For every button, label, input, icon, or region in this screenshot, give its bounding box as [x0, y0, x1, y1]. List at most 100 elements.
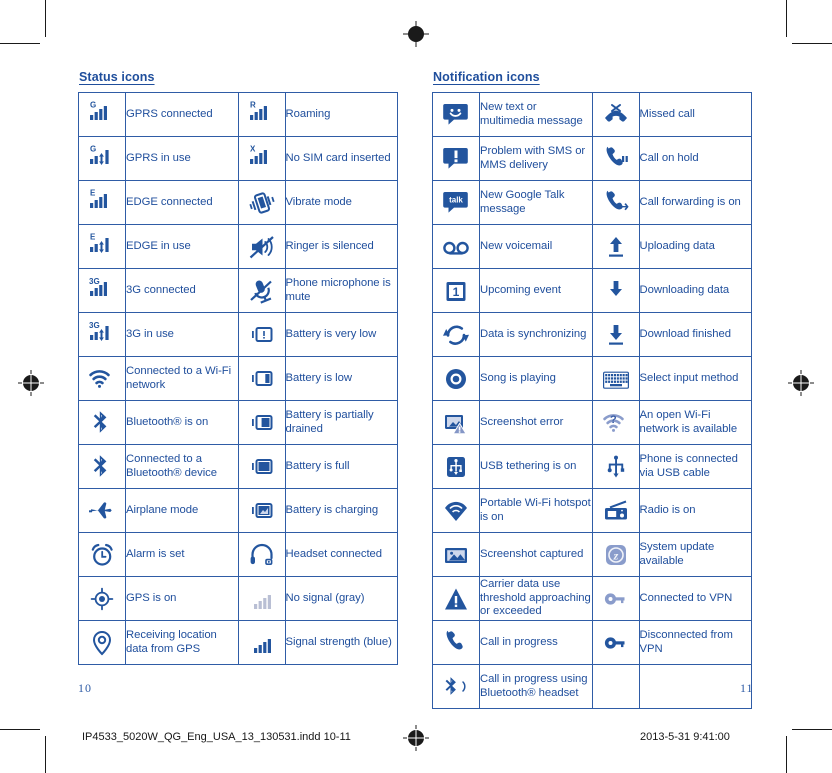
icon-description: Data is synchronizing [479, 312, 593, 357]
icon-description: Signal strength (blue) [284, 620, 398, 665]
table-row: Screenshot error ? An open Wi-Fi network … [432, 400, 752, 445]
missed-call-icon-cell [591, 92, 640, 137]
headset-icon-cell [237, 532, 286, 577]
crop-mark-top-left-vertical [45, 0, 46, 37]
svg-text:?: ? [610, 414, 617, 426]
icon-description: Disconnected from VPN [638, 620, 752, 665]
icon-description: EDGE connected [125, 180, 239, 225]
calendar-event-icon-cell: 1 [432, 268, 480, 313]
svg-text:G: G [90, 100, 96, 109]
icon-description: 3G connected [125, 268, 239, 313]
icon-description: Radio is on [638, 488, 752, 533]
status-icons-table: G GPRS connected R Roaming G GPRS in use X No … [78, 92, 398, 665]
vpn-disconnected-icon [593, 621, 639, 664]
crop-mark-bottom-right-vertical [786, 736, 787, 773]
signal-edge-connected-icon: E [79, 181, 125, 224]
music-playing-icon-cell [432, 356, 480, 401]
airplane-mode-icon-cell [78, 488, 126, 533]
call-in-progress-icon [433, 621, 479, 664]
icon-description: Uploading data [638, 224, 752, 269]
upload-icon-cell [591, 224, 640, 269]
icon-description: Screenshot error [479, 400, 593, 445]
battery-full-icon [239, 445, 285, 488]
notification-icons-column: Notification icons New text or multimedi… [432, 70, 752, 709]
svg-text:E: E [90, 188, 96, 197]
icon-description: No signal (gray) [284, 576, 398, 621]
svg-text:3G: 3G [89, 277, 100, 286]
registration-mark-left [18, 370, 44, 396]
icon-description: Phone is connected via USB cable [638, 444, 752, 489]
signal-gprs-connected-icon: G [79, 93, 125, 136]
crop-mark-bottom-left-horizontal [0, 729, 40, 730]
google-talk-icon: talk [433, 181, 479, 224]
icon-description: An open Wi-Fi network is available [638, 400, 752, 445]
wifi-hotspot-icon-cell [432, 488, 480, 533]
bluetooth-call-icon [433, 665, 479, 708]
icon-description: Connected to VPN [638, 576, 752, 621]
vpn-disconnected-icon-cell [591, 620, 640, 665]
microphone-mute-icon-cell [237, 268, 286, 313]
message-problem-icon-cell [432, 136, 480, 181]
signal-edge-connected-icon-cell: E [78, 180, 126, 225]
call-forwarding-icon [593, 181, 639, 224]
table-row: talk New Google Talk message Call forward… [432, 180, 752, 225]
usb-connected-icon [593, 445, 639, 488]
icon-description [638, 664, 752, 709]
icon-description: Select input method [638, 356, 752, 401]
svg-text:1: 1 [453, 285, 460, 299]
icon-description: No SIM card inserted [284, 136, 398, 181]
wifi-open-network-icon: ? [593, 401, 639, 444]
svg-text:X: X [250, 144, 256, 153]
bluetooth-on-icon [79, 401, 125, 444]
wifi-open-network-icon-cell: ? [591, 400, 640, 445]
new-message-icon-cell [432, 92, 480, 137]
svg-text:3G: 3G [89, 321, 100, 330]
icon-description: Roaming [284, 92, 398, 137]
crop-mark-bottom-left-vertical [45, 736, 46, 773]
print-timestamp-slug: 2013-5-31 9:41:00 [640, 731, 730, 743]
bluetooth-on-icon-cell [78, 400, 126, 445]
call-on-hold-icon [593, 137, 639, 180]
screenshot-error-icon [433, 401, 479, 444]
music-playing-icon [433, 357, 479, 400]
icon-description: Portable Wi-Fi hotspot is on [479, 488, 593, 533]
signal-gprs-in-use-icon-cell: G [78, 136, 126, 181]
icon-description: Battery is very low [284, 312, 398, 357]
sync-icon [433, 313, 479, 356]
signal-3g-connected-icon-cell: 3G [78, 268, 126, 313]
screenshot-captured-icon [433, 533, 479, 576]
table-row: G GPRS in use X No SIM card inserted [78, 136, 398, 181]
signal-gprs-in-use-icon: G [79, 137, 125, 180]
table-row: G GPRS connected R Roaming [78, 92, 398, 137]
table-row: Call in progress Disconnected from VPN [432, 620, 752, 665]
upload-icon [593, 225, 639, 268]
table-row: Data is synchronizing Download finished [432, 312, 752, 357]
calendar-event-icon: 1 [433, 269, 479, 312]
icon-description: System update available [638, 532, 752, 577]
call-in-progress-icon-cell [432, 620, 480, 665]
signal-no-sim-icon: X [239, 137, 285, 180]
registration-mark-right [788, 370, 814, 396]
signal-edge-in-use-icon-cell: E [78, 224, 126, 269]
crop-mark-top-right-horizontal [792, 43, 832, 44]
table-row: Call in progress using Bluetooth® headse… [432, 664, 752, 709]
battery-very-low-icon [239, 313, 285, 356]
icon-description: Ringer is silenced [284, 224, 398, 269]
data-warning-icon-cell [432, 576, 480, 621]
page-number-right: 11 [740, 681, 754, 695]
signal-strength-blue-icon-cell [237, 620, 286, 665]
radio-icon [593, 489, 639, 532]
gps-receiving-icon [79, 621, 125, 664]
icon-description: USB tethering is on [479, 444, 593, 489]
icon-description: Vibrate mode [284, 180, 398, 225]
signal-no-sim-icon-cell: X [237, 136, 286, 181]
crop-mark-bottom-right-horizontal [792, 729, 832, 730]
bluetooth-connected-icon [79, 445, 125, 488]
new-message-icon [433, 93, 479, 136]
data-warning-icon [433, 577, 479, 620]
headset-icon [239, 533, 285, 576]
battery-very-low-icon-cell [237, 312, 286, 357]
status-icons-column: Status icons G GPRS connected R Roaming G GP… [78, 70, 398, 709]
table-row: GPS is on No signal (gray) [78, 576, 398, 621]
call-forwarding-icon-cell [591, 180, 640, 225]
